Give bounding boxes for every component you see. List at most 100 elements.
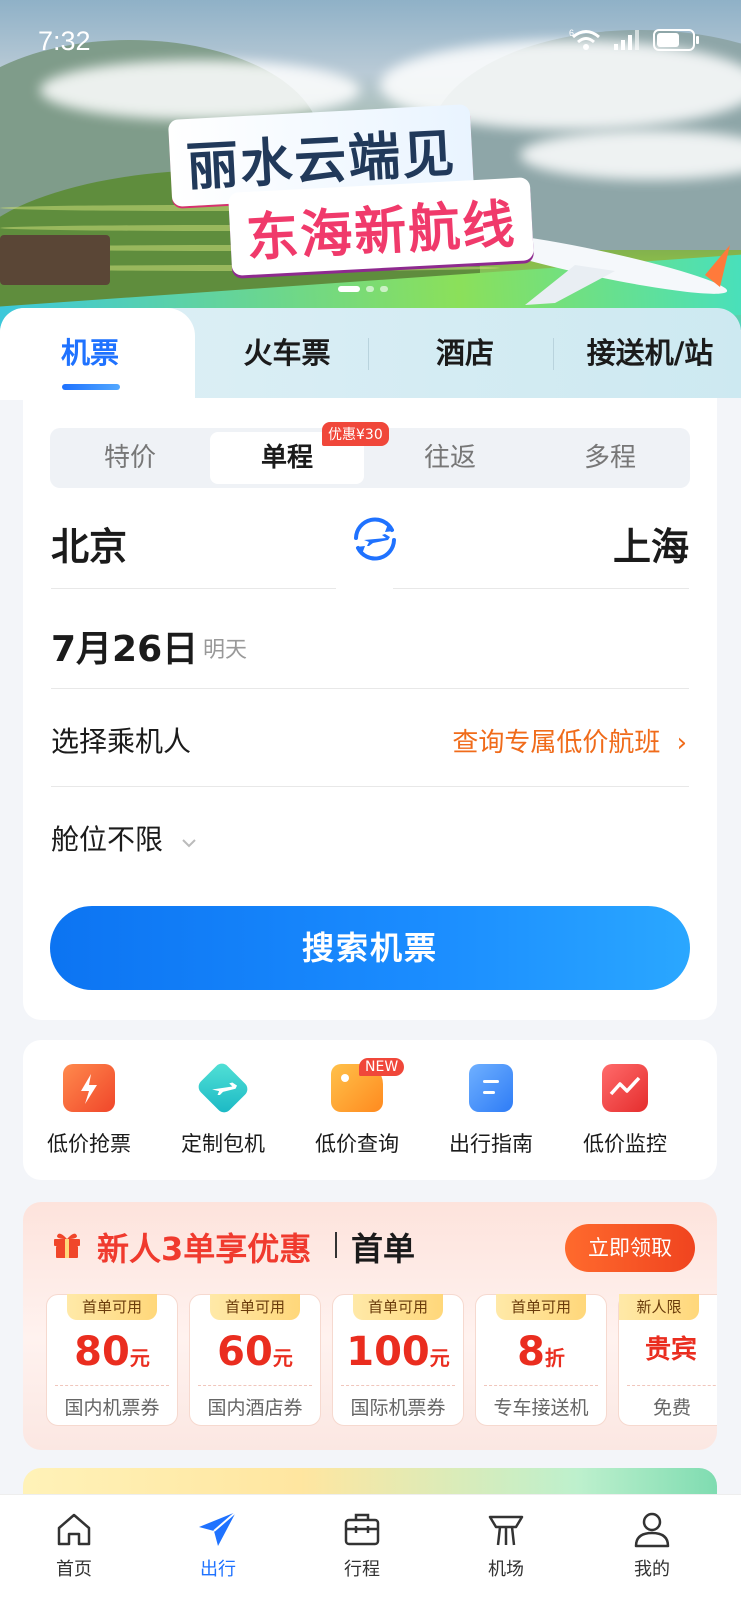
coupon-name: 国际机票券 <box>350 1397 446 1419</box>
nav-itinerary[interactable]: 行程 <box>312 1509 412 1581</box>
swap-cities-icon[interactable] <box>348 512 402 566</box>
coupon-value: 贵宾 <box>645 1335 698 1365</box>
arrival-city[interactable]: 上海 <box>613 516 689 571</box>
nav-label: 我的 <box>634 1559 670 1580</box>
user-icon <box>634 1512 670 1548</box>
guide-book-icon <box>469 1064 513 1112</box>
active-tab-indicator <box>62 384 120 390</box>
coupon-tag: 首单可用 <box>67 1294 157 1320</box>
search-flights-button[interactable]: 搜索机票 <box>50 906 690 990</box>
gift-icon <box>54 1233 80 1258</box>
hero-banner[interactable]: 7:32 6 丽水云端见 东海新航线 <box>0 0 741 330</box>
suitcase-icon <box>344 1513 380 1546</box>
coupon-divider <box>341 1385 455 1386</box>
exclusive-low-price-link[interactable]: 查询专属低价航班 › <box>452 722 687 759</box>
coupon-divider <box>198 1385 312 1386</box>
coupon-name: 国内机票券 <box>64 1397 160 1419</box>
new-badge: NEW <box>359 1058 405 1076</box>
coupon-value: 100元 <box>346 1329 450 1375</box>
cabin-class-label: 舱位不限 <box>51 823 164 856</box>
departure-date[interactable]: 7月26日 <box>51 620 198 672</box>
coupon-tag: 首单可用 <box>210 1294 300 1320</box>
status-icons: 6 <box>569 28 701 52</box>
departure-city[interactable]: 北京 <box>51 516 127 571</box>
tool-low-price-grab[interactable]: 低价抢票 <box>29 1064 149 1158</box>
nav-airport[interactable]: 机场 <box>456 1509 556 1581</box>
paper-plane-icon <box>199 1511 237 1546</box>
tab-divider <box>368 338 369 370</box>
tool-price-monitor[interactable]: 低价监控 <box>565 1064 685 1158</box>
village-house <box>0 235 110 285</box>
coupon-name: 国内酒店券 <box>207 1397 303 1419</box>
wifi-icon: 6 <box>569 28 600 50</box>
promo-title: 新人3单享优惠 <box>97 1230 312 1268</box>
nav-travel[interactable]: 出行 <box>168 1509 268 1581</box>
plane-ticket-icon <box>195 1060 251 1116</box>
banner-dot <box>366 286 374 292</box>
home-icon <box>57 1513 91 1546</box>
tab-train-tickets[interactable]: 火车票 <box>212 330 362 380</box>
date-hint: 明天 <box>203 638 248 663</box>
coupon-divider <box>55 1385 169 1386</box>
coupon-value: 80元 <box>74 1329 150 1375</box>
nav-label: 机场 <box>488 1559 524 1580</box>
tool-low-price-search[interactable]: NEW 低价查询 <box>297 1058 417 1158</box>
select-passenger[interactable]: 选择乘机人 <box>51 720 191 760</box>
battery-icon <box>653 29 699 51</box>
tab-flights[interactable]: 机票 <box>30 330 150 380</box>
divider <box>51 786 689 787</box>
tool-charter-flight[interactable]: 定制包机 <box>163 1060 283 1158</box>
signal-icon <box>614 30 639 50</box>
divider <box>393 588 689 589</box>
divider <box>51 588 336 589</box>
coupon-tag: 首单可用 <box>353 1294 443 1320</box>
tool-label: 出行指南 <box>449 1132 533 1156</box>
coupon-card[interactable]: 首单可用 60元 国内酒店券 <box>189 1294 321 1426</box>
nav-home[interactable]: 首页 <box>24 1509 124 1581</box>
promo-subtitle: 首单 <box>351 1230 416 1268</box>
quick-tools: 低价抢票 定制包机 NEW 低价查询 出行指南 低价监控 <box>23 1040 717 1180</box>
claim-now-button[interactable]: 立即领取 <box>565 1224 695 1272</box>
banner-dot <box>380 286 388 292</box>
nav-label: 首页 <box>56 1559 92 1580</box>
banner-pagination <box>338 286 388 292</box>
price-monitor-icon <box>602 1064 648 1112</box>
trip-type-special[interactable]: 特价 <box>50 428 210 488</box>
banner-dot <box>338 286 360 292</box>
coupon-card[interactable]: 首单可用 80元 国内机票券 <box>46 1294 178 1426</box>
discount-badge: 优惠¥30 <box>322 422 389 446</box>
coupon-card[interactable]: 首单可用 8折 专车接送机 <box>475 1294 607 1426</box>
coupon-tag: 新人限 <box>619 1294 699 1320</box>
coupon-value: 8折 <box>517 1329 565 1375</box>
ticket-flash-icon <box>63 1064 115 1112</box>
promo-divider <box>335 1232 337 1258</box>
nav-profile[interactable]: 我的 <box>602 1509 702 1581</box>
tool-travel-guide[interactable]: 出行指南 <box>431 1064 551 1158</box>
trip-type-round-trip[interactable]: 往返 <box>370 428 530 488</box>
coupon-divider <box>627 1385 717 1386</box>
chevron-right-icon: › <box>676 728 687 758</box>
coupon-card[interactable]: 首单可用 100元 国际机票券 <box>332 1294 464 1426</box>
trip-type-selector: 特价 单程 往返 多程 优惠¥30 <box>50 422 690 488</box>
trip-type-multi-city[interactable]: 多程 <box>530 428 690 488</box>
chevron-down-icon <box>182 839 196 848</box>
cloud <box>40 60 360 120</box>
status-time: 7:32 <box>38 26 91 56</box>
tab-divider <box>553 338 554 370</box>
coupon-name: 免费 <box>653 1397 692 1419</box>
exclusive-low-price-label: 查询专属低价航班 <box>452 728 661 758</box>
coupon-value: 60元 <box>217 1329 293 1375</box>
banner-title-line2: 东海新航线 <box>228 177 534 276</box>
svg-text:6: 6 <box>569 28 574 38</box>
tab-hotels[interactable]: 酒店 <box>390 330 540 380</box>
coupon-card[interactable]: 新人限 贵宾 免费 <box>618 1294 717 1426</box>
cabin-class-selector[interactable]: 舱位不限 <box>51 818 198 858</box>
bottom-navigation: 首页 出行 行程 机场 我的 <box>0 1494 741 1600</box>
control-tower-icon <box>488 1515 524 1546</box>
flight-search-card: 特价 单程 往返 多程 优惠¥30 北京 上海 7月26日 明天 选择乘机人 查… <box>23 398 717 1020</box>
tool-label: 低价查询 <box>315 1132 399 1156</box>
tool-label: 低价监控 <box>583 1132 667 1156</box>
nav-label: 出行 <box>200 1559 236 1580</box>
coupon-tag: 首单可用 <box>496 1294 586 1320</box>
tab-airport-transfer[interactable]: 接送机/站 <box>570 330 730 380</box>
